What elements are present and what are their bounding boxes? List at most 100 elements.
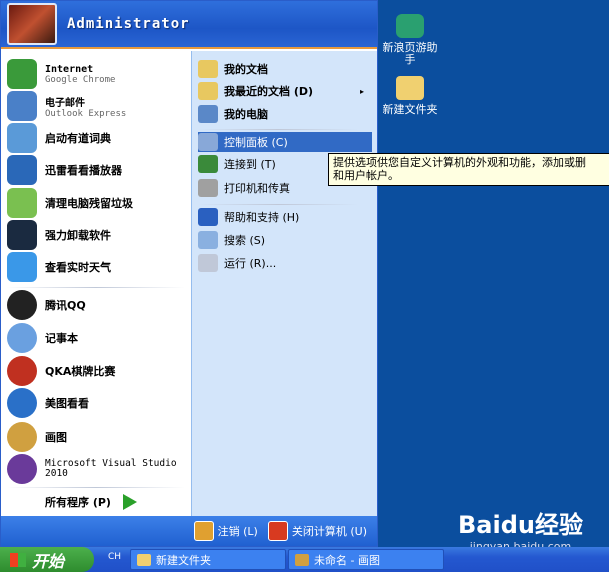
item-title: QKA棋牌比赛 [45, 365, 116, 378]
places-item[interactable]: 帮助和支持 (H) [198, 207, 372, 227]
pinned-item[interactable]: 迅雷看看播放器 [7, 155, 122, 185]
item-label: 我最近的文档 (D) [224, 85, 314, 98]
separator [198, 129, 358, 130]
places-item[interactable]: 搜索 (S) [198, 230, 372, 250]
places-item[interactable]: 我最近的文档 (D) ▸ [198, 81, 372, 101]
logoff-label: 注销 (L) [217, 525, 258, 538]
arrow-right-icon [122, 494, 137, 510]
item-title: 强力卸载软件 [45, 229, 111, 242]
app-icon [7, 252, 37, 282]
item-label: 控制面板 (C) [224, 136, 288, 149]
folder-icon [396, 76, 424, 100]
item-label: 搜索 (S) [224, 234, 266, 247]
app-icon [7, 356, 37, 386]
start-button[interactable]: 开始 [0, 547, 94, 572]
folder-icon [137, 553, 151, 566]
pinned-item[interactable]: 清理电脑残留垃圾 [7, 188, 133, 218]
pinned-item[interactable]: 查看实时天气 [7, 252, 111, 282]
item-title: 画图 [45, 431, 67, 444]
shutdown-button[interactable]: 关闭计算机 (U) [267, 521, 367, 541]
app-icon [7, 59, 37, 89]
app-icon [7, 123, 37, 153]
user-name: Administrator [67, 16, 190, 32]
windows-logo-icon [10, 552, 26, 567]
app-icon [7, 220, 37, 250]
tooltip: 提供选项供您自定义计算机的外观和功能，添加或删 和用户帐户。 [328, 153, 609, 186]
place-icon [198, 155, 218, 173]
item-title: 清理电脑残留垃圾 [45, 197, 133, 210]
places-pane: 我的文档我最近的文档 (D) ▸ 我的电脑控制面板 (C) 连接到 (T) 打印机和传真… [191, 51, 377, 516]
item-subtitle: Google Chrome [45, 74, 116, 85]
logoff-button[interactable]: 注销 (L) [193, 521, 258, 541]
place-icon [198, 208, 218, 226]
places-item[interactable]: 控制面板 (C) [198, 132, 372, 152]
item-label: 运行 (R)... [224, 257, 277, 270]
key-icon [193, 521, 214, 541]
app-icon [7, 454, 37, 484]
language-indicator[interactable]: CH [108, 552, 121, 562]
recent-program-item[interactable]: 画图 [7, 422, 67, 452]
app-icon [7, 323, 37, 353]
desktop-icon-label: 新建文件夹 [382, 103, 438, 116]
desktop-icon-sina-game[interactable]: 新浪页游助手 [378, 14, 442, 66]
item-subtitle: Outlook Express [45, 108, 127, 119]
place-icon [198, 105, 218, 123]
avatar[interactable] [7, 3, 57, 45]
submenu-arrow-icon: ▸ [359, 86, 364, 96]
place-icon [198, 60, 218, 78]
places-item[interactable]: 我的文档 [198, 59, 372, 79]
all-programs-button[interactable]: 所有程序 (P) [45, 487, 137, 517]
item-title: Internet [45, 63, 94, 75]
game-icon [396, 14, 424, 38]
item-title: 美图看看 [45, 397, 89, 410]
places-item[interactable]: 运行 (R)... [198, 253, 372, 273]
pinned-item[interactable]: 电子邮件 Outlook Express [7, 91, 126, 121]
item-label: 打印机和传真 [224, 182, 290, 195]
taskbar: 开始 CH 新建文件夹 未命名 - 画图 [0, 547, 609, 572]
item-title: 电子邮件 [45, 97, 85, 109]
app-icon [7, 188, 37, 218]
shutdown-label: 关闭计算机 (U) [291, 525, 367, 538]
place-icon [198, 179, 218, 197]
all-programs-label: 所有程序 (P) [45, 496, 111, 509]
places-item[interactable]: 我的电脑 [198, 104, 372, 124]
start-menu-header: Administrator [1, 1, 377, 49]
item-title: 查看实时天气 [45, 261, 111, 274]
app-icon [7, 290, 37, 320]
task-label: 新建文件夹 [156, 553, 211, 567]
start-menu-footer: 注销 (L) 关闭计算机 (U) [1, 516, 377, 546]
pinned-item[interactable]: Internet Google Chrome [7, 59, 115, 89]
recent-program-item[interactable]: QKA棋牌比赛 [7, 356, 115, 386]
item-title: 启动有道词典 [45, 132, 111, 145]
app-icon [7, 91, 37, 121]
programs-pane: Internet Google Chrome 电子邮件 Outlook Express… [1, 51, 191, 516]
task-label: 未命名 - 画图 [314, 553, 380, 567]
start-menu: Administrator Internet Google Chrome 电子邮件 O… [0, 0, 378, 547]
place-icon [198, 254, 218, 272]
place-icon [198, 231, 218, 249]
task-new-folder[interactable]: 新建文件夹 [130, 549, 286, 570]
recent-program-item[interactable]: 美图看看 [7, 388, 89, 418]
place-icon [198, 82, 218, 100]
item-title: 迅雷看看播放器 [45, 164, 122, 177]
watermark-brand: Baidu经验 [458, 511, 583, 539]
recent-program-item[interactable]: Microsoft Visual Studio 2010 [7, 454, 185, 484]
app-icon [7, 422, 37, 452]
pinned-item[interactable]: 强力卸载软件 [7, 220, 111, 250]
separator [198, 204, 358, 205]
recent-program-item[interactable]: 记事本 [7, 323, 78, 353]
item-title: 腾讯QQ [45, 299, 86, 312]
desktop-icon-new-folder[interactable]: 新建文件夹 [378, 76, 442, 116]
item-title: 记事本 [45, 332, 78, 345]
place-icon [198, 133, 218, 151]
pinned-item[interactable]: 启动有道词典 [7, 123, 111, 153]
recent-program-item[interactable]: 腾讯QQ [7, 290, 86, 320]
item-label: 连接到 (T) [224, 158, 276, 171]
desktop-icon-label: 新浪页游助手 [382, 41, 438, 66]
paint-icon [295, 553, 309, 566]
item-title: Microsoft Visual Studio 2010 [45, 458, 177, 479]
start-label: 开始 [32, 551, 65, 571]
task-paint[interactable]: 未命名 - 画图 [288, 549, 444, 570]
power-icon [267, 521, 288, 541]
watermark: Baidu经验 jingyan.baidu.com [458, 505, 583, 553]
